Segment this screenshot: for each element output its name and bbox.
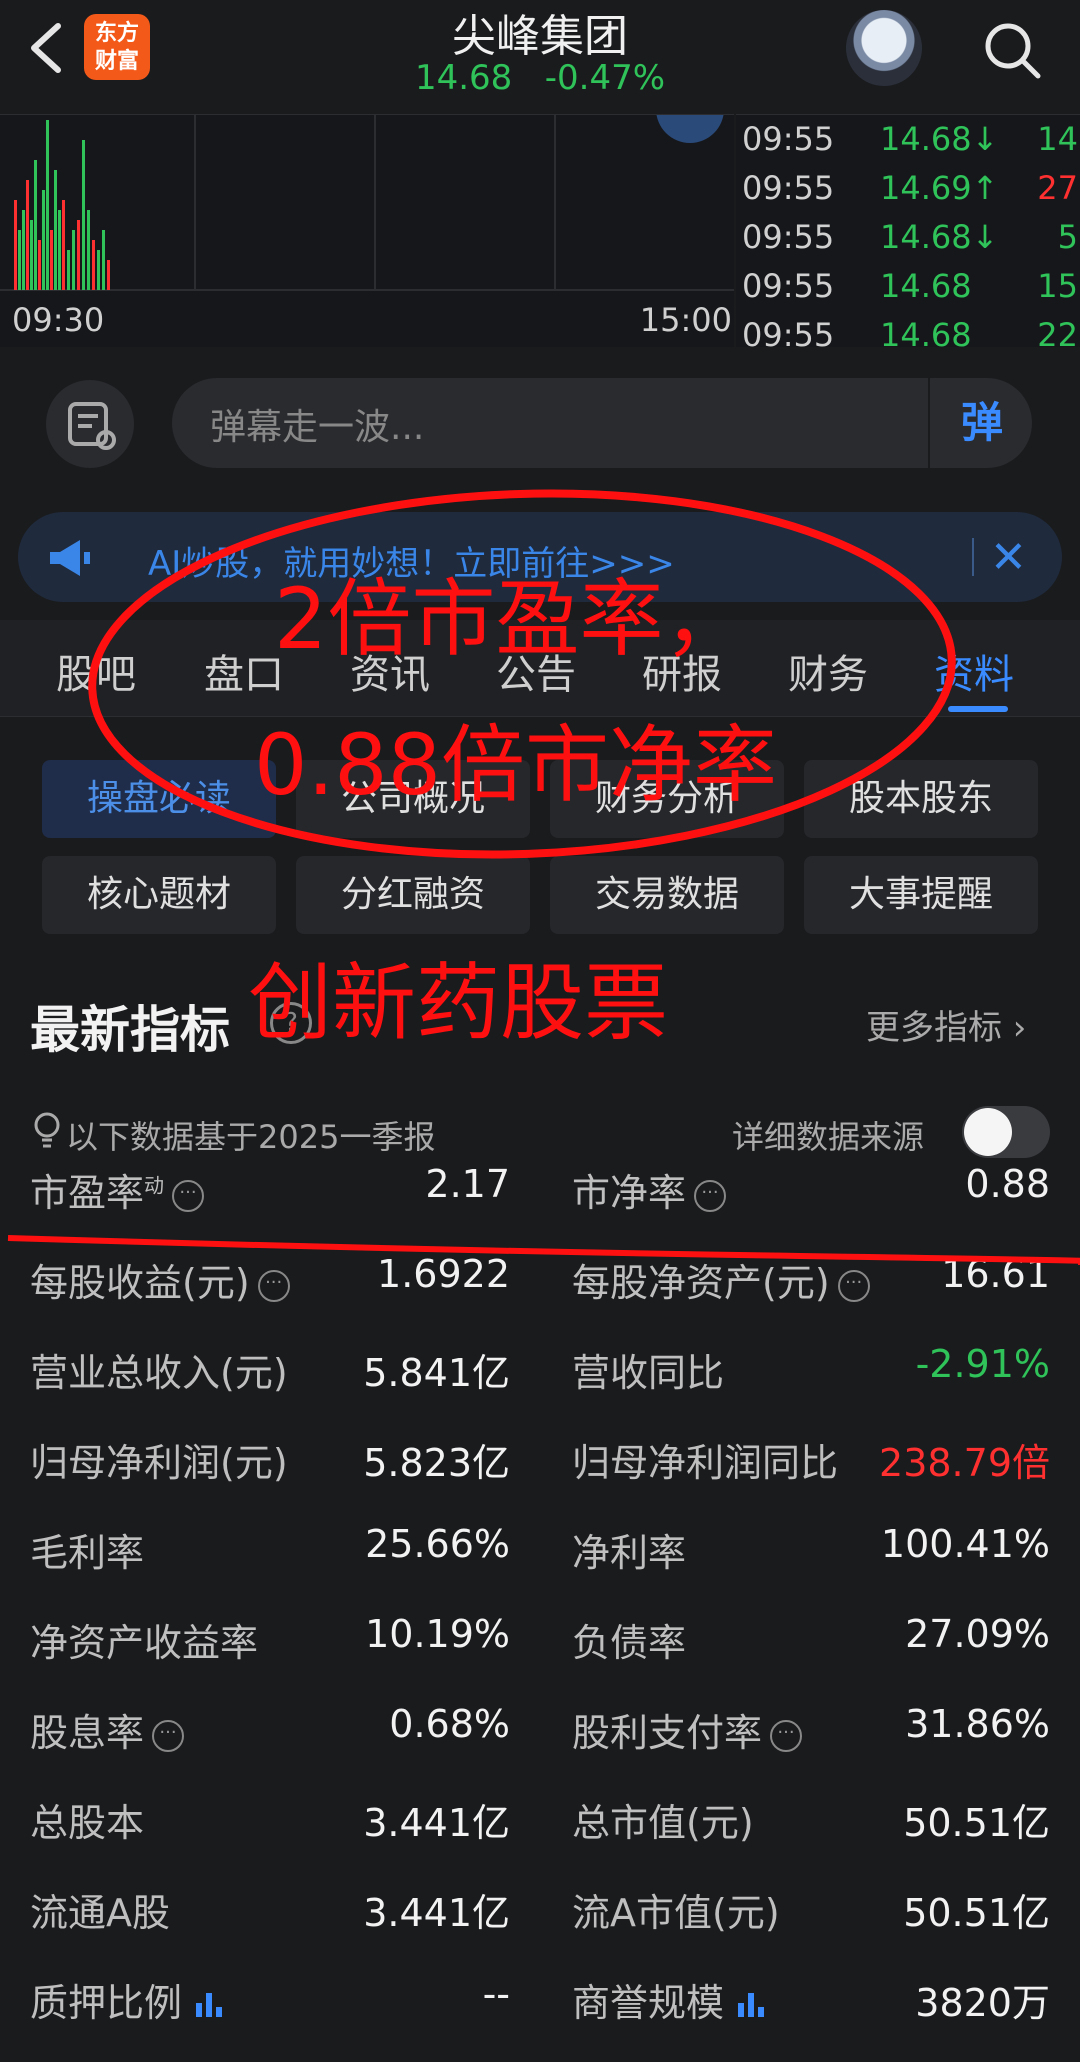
- annotation-text-innovative-drug: 创新药股票: [248, 954, 669, 1052]
- annotation-text-pe: 2倍市盈率，: [274, 570, 748, 668]
- annotation-underline: [7, 1235, 1080, 1265]
- annotation-text-pb: 0.88倍市净率: [254, 716, 778, 814]
